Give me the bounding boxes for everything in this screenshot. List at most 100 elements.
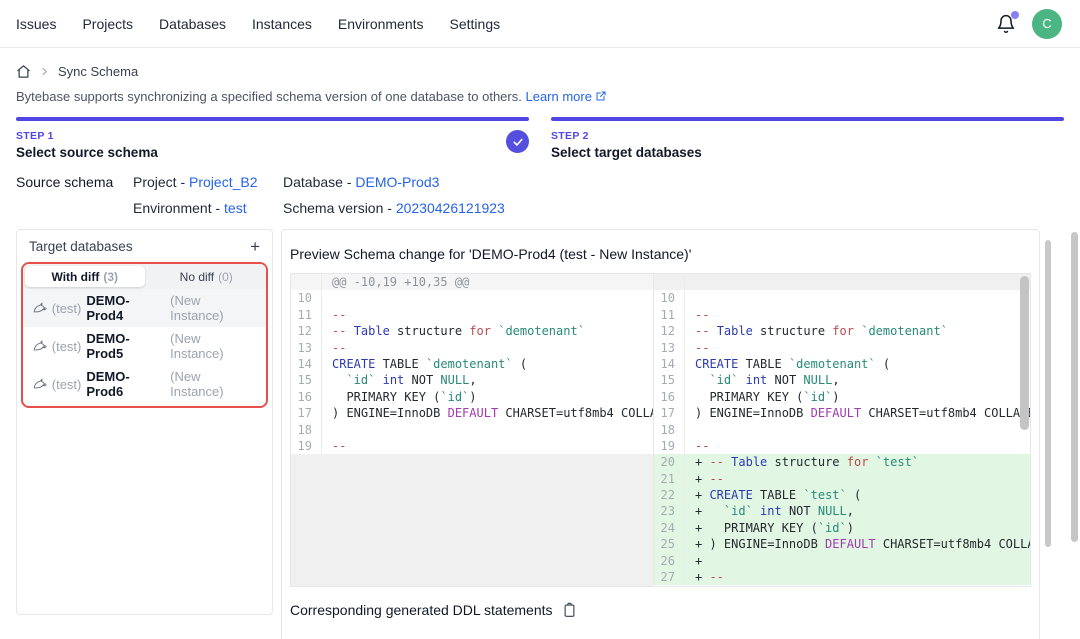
diff-line[interactable]: 10 xyxy=(654,290,1030,306)
notifications-button[interactable] xyxy=(996,14,1016,34)
line-number: 13 xyxy=(291,340,322,356)
nav-item-issues[interactable]: Issues xyxy=(16,16,56,32)
diff-line[interactable]: 16 PRIMARY KEY (`id`) xyxy=(654,389,1030,405)
diff-line[interactable]: 13-- xyxy=(654,340,1030,356)
tab-with-diff-count: (3) xyxy=(103,270,118,284)
diff-line[interactable]: 15 `id` int NOT NULL, xyxy=(654,372,1030,388)
code-line: -- xyxy=(685,307,1030,323)
diff-line[interactable]: 12-- Table structure for `demotenant` xyxy=(654,323,1030,339)
external-link-icon[interactable] xyxy=(595,90,607,102)
diff-line[interactable]: 22+ CREATE TABLE `test` ( xyxy=(654,487,1030,503)
diff-line[interactable]: 18 xyxy=(654,422,1030,438)
diff-line[interactable]: 19-- xyxy=(654,438,1030,454)
diff-line[interactable]: 16 PRIMARY KEY (`id`) xyxy=(291,389,653,405)
diff-line[interactable]: 17) ENGINE=InnoDB DEFAULT CHARSET=utf8mb… xyxy=(291,405,653,421)
nav-items: Issues Projects Databases Instances Environm… xyxy=(16,16,500,32)
code-line: + PRIMARY KEY (`id`) xyxy=(685,520,1030,536)
code-line xyxy=(322,290,653,306)
nav-item-databases[interactable]: Databases xyxy=(159,16,226,32)
diff-line[interactable]: 26+ xyxy=(654,553,1030,569)
diff-editor[interactable]: @@ -10,19 +10,35 @@1011--12-- Table stru… xyxy=(290,273,1031,587)
line-number: 17 xyxy=(291,405,322,421)
target-database-list: (test)DEMO-Prod4(New Instance)(test)DEMO… xyxy=(23,289,266,406)
diff-pane-original[interactable]: @@ -10,19 +10,35 @@1011--12-- Table stru… xyxy=(291,274,654,586)
step-1-label: STEP 1 xyxy=(16,130,529,142)
db-environment: (test) xyxy=(52,377,82,392)
code-line: @@ -10,19 +10,35 @@ xyxy=(322,274,653,290)
add-target-database-button[interactable]: + xyxy=(250,240,260,254)
tab-no-diff[interactable]: No diff (0) xyxy=(147,264,267,289)
nav-item-settings[interactable]: Settings xyxy=(450,16,501,32)
diff-line[interactable]: 10 xyxy=(291,290,653,306)
line-number: 16 xyxy=(654,389,685,405)
diff-line[interactable]: 11-- xyxy=(654,307,1030,323)
code-line: `id` int NOT NULL, xyxy=(322,372,653,388)
tab-with-diff-label: With diff xyxy=(51,270,99,284)
diff-line[interactable]: 19-- xyxy=(291,438,653,454)
diff-line[interactable]: 18 xyxy=(291,422,653,438)
target-database-item-demo-prod6[interactable]: (test)DEMO-Prod6(New Instance) xyxy=(23,365,266,403)
diff-line[interactable]: 20+ -- Table structure for `test` xyxy=(654,454,1030,470)
code-line: PRIMARY KEY (`id`) xyxy=(322,389,653,405)
tab-with-diff[interactable]: With diff (3) xyxy=(25,266,145,287)
source-project: Project - Project_B2 xyxy=(133,174,283,190)
code-line: CREATE TABLE `demotenant` ( xyxy=(322,356,653,372)
target-database-item-demo-prod4[interactable]: (test)DEMO-Prod4(New Instance) xyxy=(23,289,266,327)
avatar[interactable]: C xyxy=(1032,9,1062,39)
line-number: 12 xyxy=(654,323,685,339)
diff-line[interactable]: 12-- Table structure for `demotenant` xyxy=(291,323,653,339)
diff-line[interactable]: 15 `id` int NOT NULL, xyxy=(291,372,653,388)
code-line: + CREATE TABLE `test` ( xyxy=(685,487,1030,503)
target-database-item-demo-prod5[interactable]: (test)DEMO-Prod5(New Instance) xyxy=(23,327,266,365)
top-nav: Issues Projects Databases Instances Environm… xyxy=(0,0,1080,48)
diff-line[interactable]: 11-- xyxy=(291,307,653,323)
diff-line[interactable]: 21+ -- xyxy=(654,471,1030,487)
code-line xyxy=(685,274,1030,290)
diff-hunk-header: @@ -10,19 +10,35 @@ xyxy=(291,274,653,290)
project-label: Project - xyxy=(133,174,189,190)
step-1-check-icon xyxy=(506,130,529,153)
schema-version-link[interactable]: 20230426121923 xyxy=(396,200,505,216)
environment-link[interactable]: test xyxy=(224,200,247,216)
mysql-icon xyxy=(33,377,47,391)
diff-line[interactable]: 27+ -- xyxy=(654,569,1030,585)
diff-line[interactable]: 14CREATE TABLE `demotenant` ( xyxy=(291,356,653,372)
diff-empty-filler xyxy=(291,454,653,586)
diff-pane-modified[interactable]: 1011--12-- Table structure for `demotena… xyxy=(654,274,1030,586)
copy-button[interactable] xyxy=(562,602,577,618)
line-number: 10 xyxy=(291,290,322,306)
diff-line[interactable]: 13-- xyxy=(291,340,653,356)
home-icon[interactable] xyxy=(16,64,31,79)
tab-no-diff-count: (0) xyxy=(218,270,233,284)
panel-scrollbar[interactable] xyxy=(1045,240,1051,547)
nav-item-environments[interactable]: Environments xyxy=(338,16,424,32)
editor-scrollbar[interactable] xyxy=(1020,276,1029,430)
diff-line[interactable]: 14CREATE TABLE `demotenant` ( xyxy=(654,356,1030,372)
window-scrollbar[interactable] xyxy=(1071,232,1078,542)
diff-line[interactable]: 23+ `id` int NOT NULL, xyxy=(654,503,1030,519)
clipboard-icon xyxy=(562,602,577,618)
line-number: 19 xyxy=(291,438,322,454)
nav-item-instances[interactable]: Instances xyxy=(252,16,312,32)
line-number: 21 xyxy=(654,471,685,487)
nav-right: C xyxy=(996,9,1062,39)
diff-line[interactable]: 24+ PRIMARY KEY (`id`) xyxy=(654,520,1030,536)
main-area: Target databases + With diff (3) No diff… xyxy=(0,229,1080,639)
source-version: Schema version - 20230426121923 xyxy=(283,200,505,216)
project-link[interactable]: Project_B2 xyxy=(189,174,257,190)
learn-more-link[interactable]: Learn more xyxy=(525,89,591,104)
nav-item-projects[interactable]: Projects xyxy=(82,16,133,32)
line-number: 15 xyxy=(654,372,685,388)
code-line: + `id` int NOT NULL, xyxy=(685,503,1030,519)
line-number: 27 xyxy=(654,569,685,585)
database-link[interactable]: DEMO-Prod3 xyxy=(355,174,439,190)
step-1-bar xyxy=(16,117,529,121)
step-2-bar xyxy=(551,117,1064,121)
source-schema-label: Source schema xyxy=(16,174,133,216)
line-number: 16 xyxy=(291,389,322,405)
db-environment: (test) xyxy=(52,339,82,354)
diff-line[interactable]: 17) ENGINE=InnoDB DEFAULT CHARSET=utf8mb… xyxy=(654,405,1030,421)
step-1: STEP 1 Select source schema xyxy=(16,117,529,160)
db-name: DEMO-Prod5 xyxy=(86,331,165,361)
diff-line[interactable]: 25+ ) ENGINE=InnoDB DEFAULT CHARSET=utf8… xyxy=(654,536,1030,552)
